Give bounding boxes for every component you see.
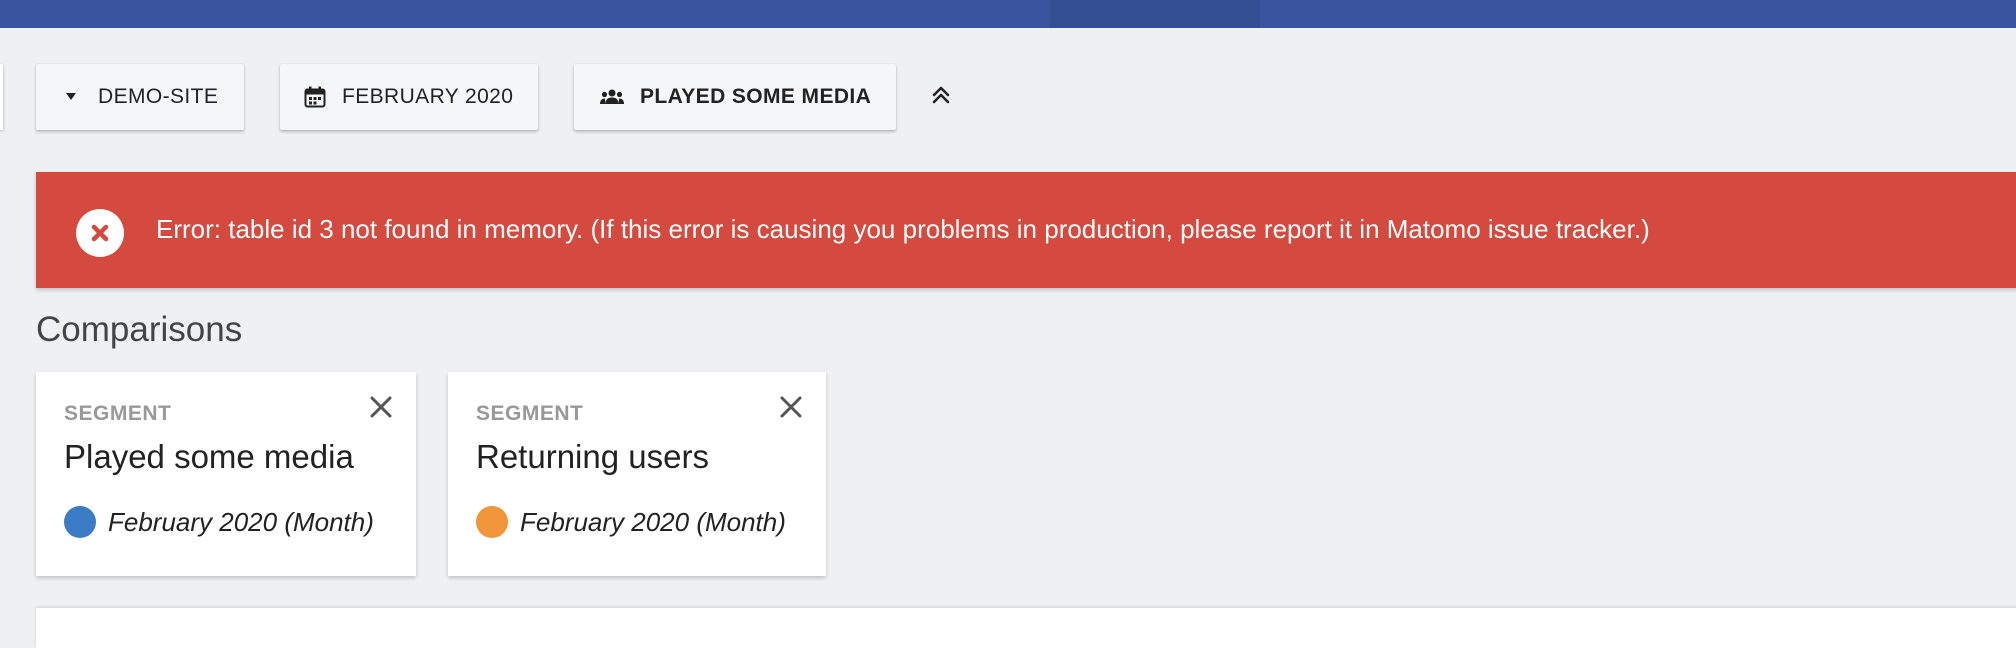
users-icon xyxy=(600,89,624,105)
comparison-period-label: February 2020 (Month) xyxy=(108,506,374,537)
comparison-title: Returning users xyxy=(476,438,709,475)
close-icon[interactable] xyxy=(366,392,396,422)
error-message: Error: table id 3 not found in memory. (… xyxy=(156,214,1650,244)
error-notification: Error: table id 3 not found in memory. (… xyxy=(36,172,2016,288)
chevron-double-up-icon[interactable] xyxy=(928,82,954,108)
error-x-icon xyxy=(76,209,124,257)
series-color-dot xyxy=(64,506,96,538)
comparison-title: Played some media xyxy=(64,438,354,475)
series-color-dot xyxy=(476,506,508,538)
report-panel xyxy=(36,608,2016,648)
top-bar-active-tab[interactable] xyxy=(1050,0,1260,28)
calendar-icon xyxy=(304,86,326,108)
comparison-period: February 2020 (Month) xyxy=(64,506,374,538)
comparison-card: SEGMENT Played some media February 2020 … xyxy=(36,372,416,576)
comparison-kind: SEGMENT xyxy=(476,402,584,425)
site-selector-button[interactable]: DEMO-SITE xyxy=(36,64,244,130)
comparison-period-label: February 2020 (Month) xyxy=(520,506,786,537)
comparison-card: SEGMENT Returning users February 2020 (M… xyxy=(448,372,826,576)
comparisons-heading: Comparisons xyxy=(36,310,243,349)
comparison-period: February 2020 (Month) xyxy=(476,506,786,538)
date-selector-button[interactable]: FEBRUARY 2020 xyxy=(280,64,538,130)
caret-down-icon xyxy=(66,93,76,101)
segment-selector-label: PLAYED SOME MEDIA xyxy=(640,85,872,108)
close-icon[interactable] xyxy=(776,392,806,422)
date-selector-label: FEBRUARY 2020 xyxy=(342,85,514,108)
left-menu-edge xyxy=(0,64,3,130)
site-selector-label: DEMO-SITE xyxy=(98,85,219,108)
segment-selector-button[interactable]: PLAYED SOME MEDIA xyxy=(574,64,896,130)
comparison-kind: SEGMENT xyxy=(64,402,172,425)
top-bar xyxy=(0,0,2016,28)
